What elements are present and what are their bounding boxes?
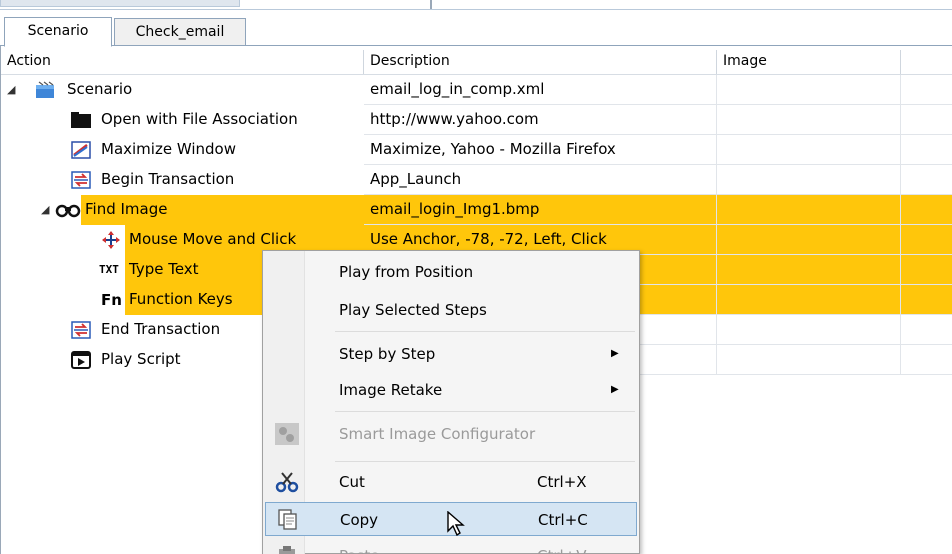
row-description: email_log_in_comp.xml <box>364 75 717 105</box>
menu-separator <box>335 331 635 332</box>
menu-item-step-by-step[interactable]: Step by Step ▶ <box>265 337 637 371</box>
menu-item-cut[interactable]: Cut Ctrl+X <box>265 465 637 499</box>
binoculars-icon <box>55 204 81 218</box>
tab-check-email[interactable]: Check_email <box>114 18 246 46</box>
menu-item-smart-image-configurator[interactable]: Smart Image Configurator <box>265 417 637 451</box>
table-row[interactable]: Begin Transaction App_Launch <box>1 165 952 195</box>
menu-item-copy[interactable]: Copy Ctrl+C <box>265 502 637 537</box>
row-action-label: Maximize Window <box>101 140 236 158</box>
collapse-arrow-icon[interactable]: ◢ <box>41 195 49 225</box>
table-row[interactable]: ◢ Scenario email_log_in_comp.xml <box>1 75 952 105</box>
menu-separator <box>335 411 635 412</box>
function-keys-icon: Fn <box>101 291 122 309</box>
row-description: email_login_Img1.bmp <box>364 195 717 225</box>
transaction-icon <box>71 171 91 189</box>
row-action-label: Begin Transaction <box>101 170 235 188</box>
folder-icon <box>71 112 91 128</box>
menu-separator <box>335 461 635 462</box>
transaction-icon <box>71 321 91 339</box>
maximize-window-icon <box>71 141 91 159</box>
menu-item-play-selected-steps[interactable]: Play Selected Steps <box>265 293 637 327</box>
panel-grip[interactable] <box>0 0 240 7</box>
scissors-icon <box>275 472 299 493</box>
row-action-label: Open with File Association <box>101 110 298 128</box>
menu-item-play-from-position[interactable]: Play from Position <box>265 255 637 289</box>
context-menu: Play from Position Play Selected Steps S… <box>262 250 640 554</box>
paste-icon <box>279 546 295 554</box>
table-row[interactable]: Open with File Association http://www.ya… <box>1 105 952 135</box>
move-cross-icon <box>102 231 120 249</box>
submenu-arrow-icon: ▶ <box>611 348 619 359</box>
configurator-icon <box>275 423 299 445</box>
row-action-label: Play Script <box>101 350 181 368</box>
menu-item-paste[interactable]: Paste Ctrl+V <box>265 539 637 554</box>
copy-icon <box>278 509 297 530</box>
play-script-icon <box>71 351 91 369</box>
panel-splitter[interactable] <box>430 0 952 9</box>
column-header-description[interactable]: Description <box>364 50 717 74</box>
top-chrome <box>0 0 952 10</box>
collapse-arrow-icon[interactable]: ◢ <box>7 75 15 105</box>
row-action-label: Scenario <box>67 80 133 98</box>
table-row[interactable]: ◢ Find Image email_login_Img1.bmp <box>1 195 952 225</box>
table-row[interactable]: Maximize Window Maximize, Yahoo - Mozill… <box>1 135 952 165</box>
mouse-cursor-icon <box>447 511 465 537</box>
row-action-label: Find Image <box>81 195 364 225</box>
submenu-arrow-icon: ▶ <box>611 384 619 395</box>
tab-bar: Scenario Check_email <box>0 10 952 47</box>
row-description: http://www.yahoo.com <box>364 105 717 135</box>
column-header-action[interactable]: Action <box>1 50 364 74</box>
row-description: App_Launch <box>364 165 717 195</box>
row-action-label: End Transaction <box>101 320 221 338</box>
menu-item-image-retake[interactable]: Image Retake ▶ <box>265 373 637 407</box>
row-description: Maximize, Yahoo - Mozilla Firefox <box>364 135 717 165</box>
column-header-extra <box>901 50 952 74</box>
column-header-image[interactable]: Image <box>717 50 901 74</box>
scenario-folder-icon <box>36 81 54 98</box>
tab-scenario[interactable]: Scenario <box>4 17 112 47</box>
type-text-icon: TXT <box>99 263 119 276</box>
